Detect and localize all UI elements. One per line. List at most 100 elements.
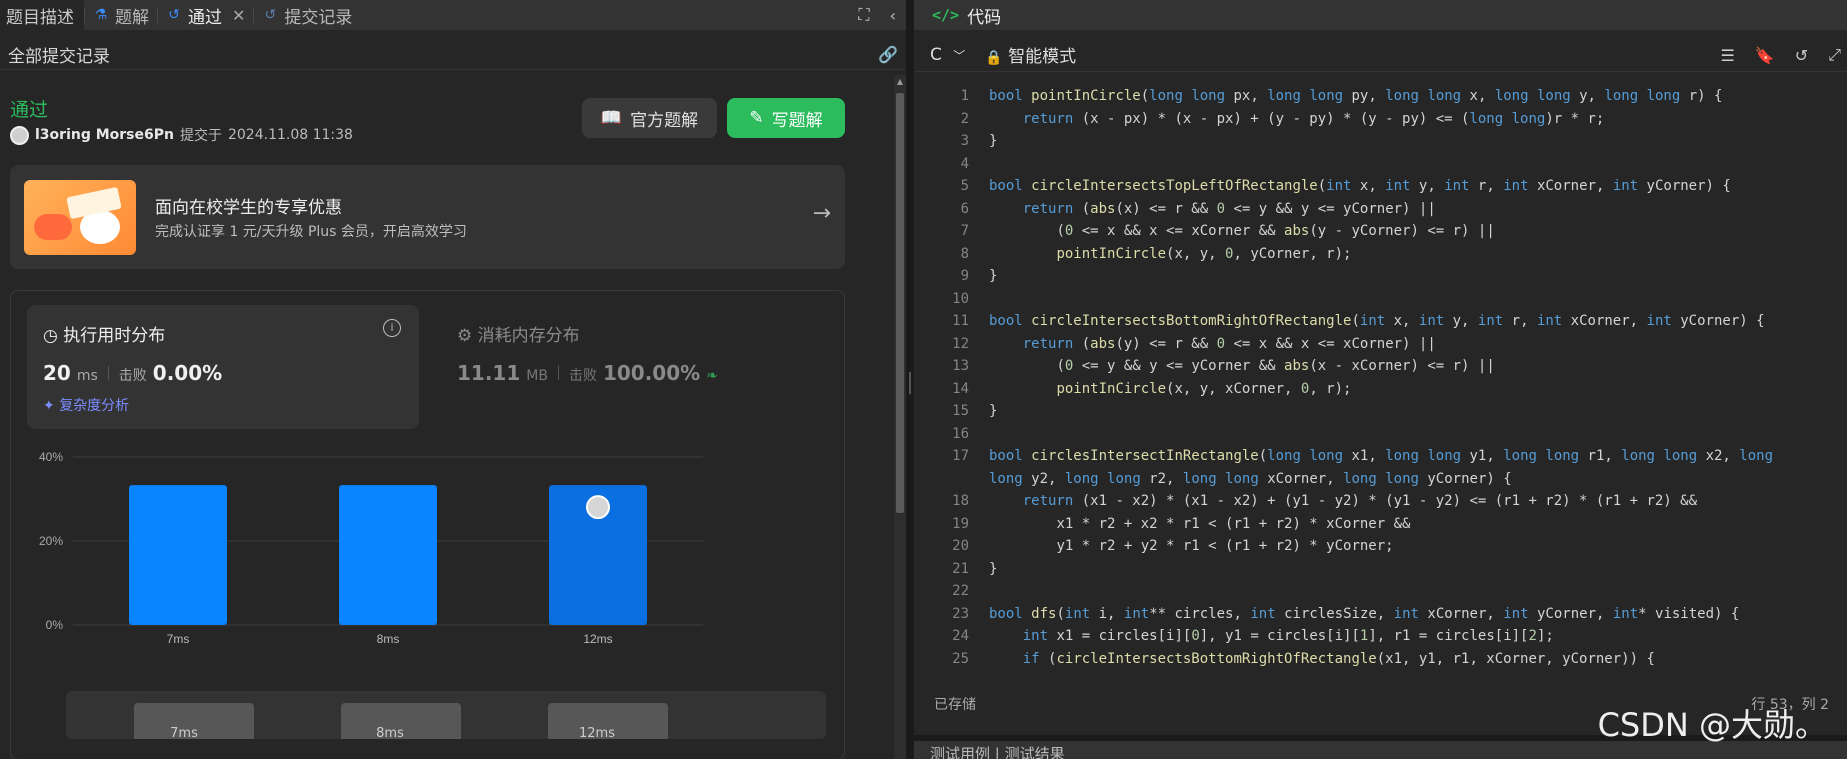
line-source[interactable]: return (x1 - x2) * (x1 - x2) + (y1 - y2)… [989,490,1839,513]
tab-solutions[interactable]: ⚗ 题解 [85,0,157,30]
code-line[interactable]: 12 return (abs(y) <= r && 0 <= x && x <=… [914,333,1847,356]
write-solution-label: 写题解 [771,110,823,131]
line-source[interactable]: if (circleIntersectsBottomRightOfRectang… [989,648,1839,671]
line-source[interactable]: pointInCircle(x, y, xCorner, 0, r); [989,378,1839,401]
line-source[interactable]: pointInCircle(x, y, 0, yCorner, r); [989,243,1839,266]
code-line[interactable]: 19 x1 * r2 + x2 * r1 < (r1 + r2) * xCorn… [914,513,1847,536]
code-tab[interactable]: </> 代码 [914,0,1847,30]
runtime-label-text: 执行用时分布 [63,326,166,346]
code-line[interactable]: 3} [914,130,1847,153]
splitter-grip[interactable] [909,372,911,394]
bar-7ms[interactable] [129,485,227,625]
format-icon[interactable]: ☰ [1721,46,1735,65]
code-line[interactable]: 17 bool circlesIntersectInRectangle(long … [914,445,1847,490]
line-source[interactable]: } [989,130,1839,153]
panel-splitter[interactable] [906,0,914,759]
line-source[interactable]: } [989,558,1839,581]
reset-icon[interactable]: ↺ [1795,46,1808,65]
left-scrollbar[interactable]: ▲ [894,75,906,759]
scroll-up-icon[interactable]: ▲ [895,77,905,86]
memory-card[interactable]: ⚙ 消耗内存分布 11.11 MB 击败 100.00% ❧ [441,305,833,429]
code-line[interactable]: 4 [914,153,1847,176]
saved-status: 已存储 [934,697,976,713]
line-source[interactable]: bool pointInCircle(long long px, long lo… [989,85,1839,108]
line-source[interactable]: bool circleIntersectsTopLeftOfRectangle(… [989,175,1839,198]
tab-submissions[interactable]: ↺ 提交记录 [254,0,360,30]
line-number: 16 [952,425,969,442]
fullscreen-icon[interactable]: ⛶ [858,5,869,25]
line-source[interactable]: bool circlesIntersectInRectangle(long lo… [989,445,1839,490]
runtime-card[interactable]: ◷ 执行用时分布 i 20 ms 击败 0.00% ✦ 复杂度分析 [27,305,419,429]
code-line[interactable]: 24 int x1 = circles[i][0], y1 = circles[… [914,625,1847,648]
chevron-down-icon: ﹀ [953,48,966,63]
code-line[interactable]: 10 [914,288,1847,311]
code-line[interactable]: 9} [914,265,1847,288]
code-line[interactable]: 21} [914,558,1847,581]
code-line[interactable]: 14 pointInCircle(x, y, xCorner, 0, r); [914,378,1847,401]
code-editor[interactable]: 1 bool pointInCircle(long long px, long l… [914,85,1847,675]
code-line[interactable]: 11 bool circleIntersectsBottomRightOfRect… [914,310,1847,333]
student-promo-banner[interactable]: 面向在校学生的专享优惠 完成认证享 1 元/天升级 Plus 会员，开启高效学习… [10,165,845,269]
code-line[interactable]: 8 pointInCircle(x, y, 0, yCorner, r); [914,243,1847,266]
line-source[interactable]: bool dfs(int i, int** circles, int circl… [989,603,1839,626]
line-number: 2 [960,110,969,127]
complexity-analysis-link[interactable]: ✦ 复杂度分析 [43,395,129,415]
code-line[interactable]: 7 (0 <= x && x <= xCorner && abs(y - yCo… [914,220,1847,243]
submissions-header: 全部提交记录 🔗 [0,40,906,70]
code-line[interactable]: 13 (0 <= y && y <= yCorner && abs(x - xC… [914,355,1847,378]
line-source[interactable]: int x1 = circles[i][0], y1 = circles[i][… [989,625,1839,648]
code-line[interactable]: 22 [914,580,1847,603]
tab-description[interactable]: 题目描述 [0,0,84,30]
bar-8ms[interactable] [339,485,437,625]
line-number: 17 [952,448,969,464]
line-source[interactable]: (0 <= y && y <= yCorner && abs(x - xCorn… [989,355,1839,378]
collapse-icon[interactable]: ‹ [890,6,896,25]
line-source[interactable]: return (x - px) * (x - px) + (y - py) * … [989,108,1839,131]
line-number: 14 [952,380,969,397]
line-source[interactable]: } [989,400,1839,423]
info-icon[interactable]: i [383,319,401,337]
write-solution-button[interactable]: ✎ 写题解 [727,98,845,138]
code-line[interactable]: 25 if (circleIntersectsBottomRightOfRect… [914,648,1847,671]
line-source[interactable]: x1 * r2 + x2 * r1 < (r1 + r2) * xCorner … [989,513,1839,536]
tab-accepted[interactable]: ↺ 通过 ✕ [158,0,253,30]
bookmark-icon[interactable]: 🔖 [1755,46,1775,65]
code-line[interactable]: 15} [914,400,1847,423]
code-line[interactable]: 5 bool circleIntersectsTopLeftOfRectangle… [914,175,1847,198]
tab-description-label: 题目描述 [6,7,74,28]
line-number: 5 [960,178,969,194]
smart-mode-toggle[interactable]: 🔒 智能模式 [985,42,1076,67]
line-number: 22 [952,583,969,599]
code-line[interactable]: 23 bool dfs(int i, int** circles, int cir… [914,603,1847,626]
official-solution-button[interactable]: 📖 官方题解 [582,98,717,138]
line-source[interactable]: bool circleIntersectsBottomRightOfRectan… [989,310,1839,333]
memory-value: 11.11 [457,361,521,385]
line-source[interactable]: (0 <= x && x <= xCorner && abs(y - yCorn… [989,220,1839,243]
tab-submissions-label: 提交记录 [284,7,353,28]
scroll-thumb[interactable] [896,93,904,513]
username[interactable]: l3oring Morse6Pn [35,127,174,143]
submitted-prefix: 提交于 [179,128,222,144]
avatar[interactable] [10,125,29,145]
language-value: C [930,44,942,65]
arrow-right-icon[interactable]: → [813,201,831,226]
distribution-navigator[interactable]: 7ms 8ms 12ms [66,691,826,741]
code-line[interactable]: 6 return (abs(x) <= r && 0 <= y && y <= … [914,198,1847,221]
line-source[interactable]: return (abs(x) <= r && 0 <= y && y <= yC… [989,198,1839,221]
leaf-icon: ❧ [706,368,718,384]
link-icon[interactable]: 🔗 [878,45,898,64]
line-number: 15 [952,403,969,419]
line-source[interactable]: return (abs(y) <= r && 0 <= x && x <= xC… [989,333,1839,356]
close-icon[interactable]: ✕ [232,6,245,25]
line-source[interactable]: } [989,265,1839,288]
code-line[interactable]: 16 [914,423,1847,446]
code-line[interactable]: 18 return (x1 - x2) * (x1 - x2) + (y1 - … [914,490,1847,513]
expand-icon[interactable]: ⤢ [1828,45,1841,65]
all-submissions-title[interactable]: 全部提交记录 [8,42,110,67]
line-number: 1 [960,88,969,104]
code-line[interactable]: 1 bool pointInCircle(long long px, long l… [914,85,1847,108]
code-line[interactable]: 20 y1 * r2 + y2 * r1 < (r1 + r2) * yCorn… [914,535,1847,558]
language-select[interactable]: C ﹀ [930,45,965,65]
line-source[interactable]: y1 * r2 + y2 * r1 < (r1 + r2) * yCorner; [989,535,1839,558]
code-line[interactable]: 2 return (x - px) * (x - px) + (y - py) … [914,108,1847,131]
